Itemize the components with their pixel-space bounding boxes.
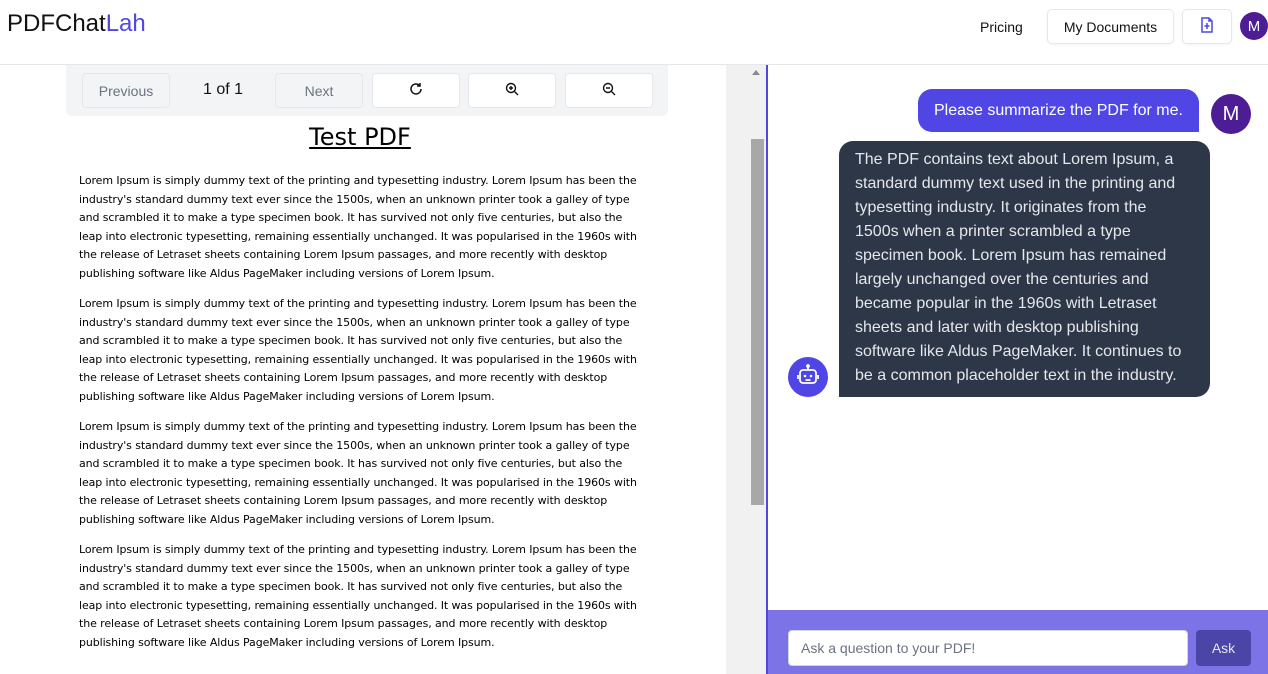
zoom-out-icon — [602, 82, 616, 99]
user-message-text: Please summarize the PDF for me. — [934, 101, 1183, 119]
pricing-link[interactable]: Pricing — [972, 16, 1031, 38]
chat-input-bar: Ask — [768, 610, 1268, 674]
upload-file-icon — [1200, 17, 1214, 36]
ask-button[interactable]: Ask — [1196, 630, 1251, 666]
refresh-icon — [409, 82, 423, 99]
question-input[interactable] — [788, 630, 1188, 666]
bot-avatar — [788, 357, 828, 397]
pdf-paragraph: Lorem Ipsum is simply dummy text of the … — [79, 297, 637, 403]
zoom-out-button[interactable] — [565, 73, 653, 108]
zoom-in-button[interactable] — [468, 73, 556, 108]
app-logo[interactable]: PDFChatLah — [7, 10, 146, 38]
chat-panel: Please summarize the PDF for me. M The P… — [768, 65, 1268, 674]
pdf-page-content: Lorem Ipsum is simply dummy text of the … — [79, 172, 647, 664]
pdf-toolbar: Previous 1 of 1 Next — [66, 65, 668, 116]
bot-message-bubble: The PDF contains text about Lorem Ipsum,… — [839, 141, 1210, 397]
bot-message-text: The PDF contains text about Lorem Ipsum,… — [855, 151, 1182, 384]
top-header: PDFChatLah Pricing My Documents M — [0, 0, 1268, 65]
pdf-paragraph: Lorem Ipsum is simply dummy text of the … — [79, 420, 637, 526]
reload-button[interactable] — [372, 73, 460, 108]
user-message-bubble: Please summarize the PDF for me. — [918, 89, 1199, 132]
pdf-document-title: Test PDF — [309, 123, 411, 151]
my-documents-button[interactable]: My Documents — [1047, 9, 1174, 44]
next-page-button[interactable]: Next — [275, 73, 363, 108]
zoom-in-icon — [505, 82, 519, 99]
logo-text-primary: PDFChat — [7, 10, 106, 37]
logo-text-accent: Lah — [105, 10, 146, 37]
pdf-viewer-panel: Previous 1 of 1 Next Test PDF Lorem Ipsu… — [0, 65, 766, 674]
pdf-paragraph: Lorem Ipsum is simply dummy text of the … — [79, 174, 637, 280]
robot-icon — [796, 363, 820, 392]
scroll-up-arrow-icon[interactable] — [752, 70, 760, 75]
previous-page-button[interactable]: Previous — [82, 73, 170, 108]
user-message-avatar: M — [1211, 94, 1251, 134]
page-indicator: 1 of 1 — [203, 81, 244, 98]
upload-document-button[interactable] — [1182, 9, 1232, 44]
pdf-scrollbar-thumb[interactable] — [751, 139, 764, 505]
pdf-paragraph: Lorem Ipsum is simply dummy text of the … — [79, 543, 637, 649]
user-avatar[interactable]: M — [1240, 12, 1268, 40]
